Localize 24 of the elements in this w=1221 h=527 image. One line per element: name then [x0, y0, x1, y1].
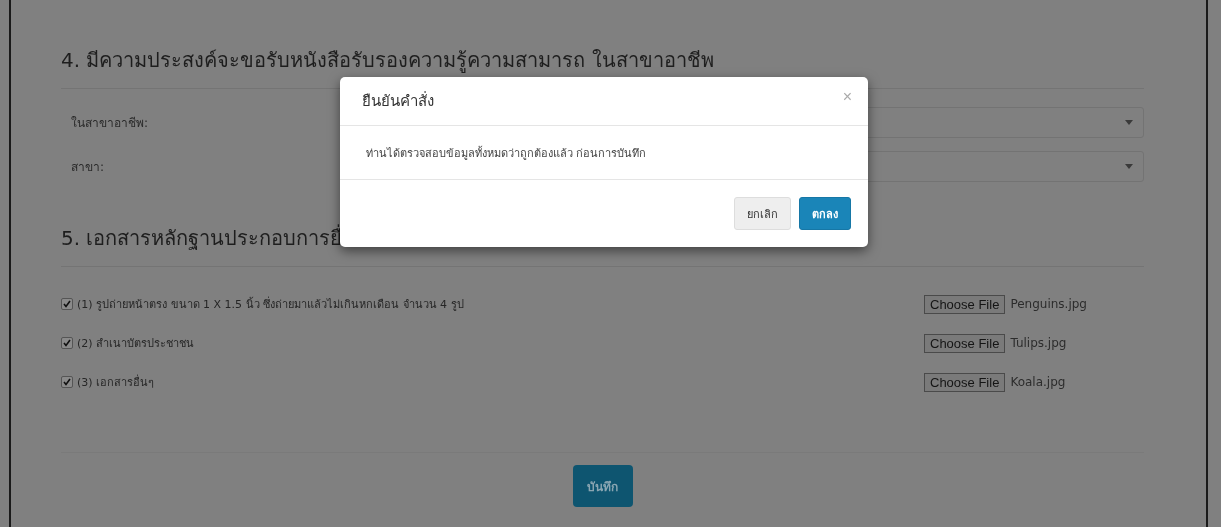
checkbox[interactable]	[61, 337, 73, 349]
field-label: ในสาขาอาชีพ:	[71, 115, 150, 132]
choose-file-button[interactable]: Choose File	[924, 294, 1006, 314]
save-button[interactable]: บันทึก	[572, 465, 633, 507]
cancel-button[interactable]: ยกเลิก	[734, 197, 791, 230]
dialog-title: ยืนยันคำสั่ง	[362, 90, 434, 112]
file-name: Penguins.jpg	[1010, 297, 1087, 311]
document-label: (1) รูปถ่ายหน้าตรง ขนาด 1 X 1.5 นิ้ว ซึ่งถ่ายมาแล้วไม่เกินหกเดือน จำนวน 4 รูป	[77, 295, 464, 313]
file-name: Koala.jpg	[1010, 375, 1066, 389]
file-name: Tulips.jpg	[1010, 336, 1067, 350]
section-heading: 4. มีความประสงค์จะขอรับหนังสือรับรองความรู้ความสามารถ ในสาขาอาชีพ	[61, 47, 715, 74]
document-label: (3) เอกสารอื่นๆ	[77, 373, 155, 391]
dialog-message: ท่านได้ตรวจสอบข้อมูลทั้งหมดว่าถูกต้องแล้ว ก่อนการบันทึก	[366, 145, 647, 162]
document-label: (2) สำเนาบัตรประชาชน	[77, 336, 195, 352]
checkbox[interactable]	[61, 376, 73, 388]
choose-file-button[interactable]: Choose File	[924, 372, 1006, 392]
checkbox[interactable]	[61, 298, 73, 310]
close-button[interactable]: ×	[842, 88, 852, 106]
field-label: สาขา:	[71, 159, 106, 176]
caret-icon	[1125, 120, 1133, 125]
choose-file-button[interactable]: Choose File	[924, 333, 1006, 353]
section-heading: 5. เอกสารหลักฐานประกอบการยื่	[61, 224, 344, 252]
caret-icon	[1125, 164, 1133, 169]
ok-button[interactable]: ตกลง	[799, 197, 851, 230]
